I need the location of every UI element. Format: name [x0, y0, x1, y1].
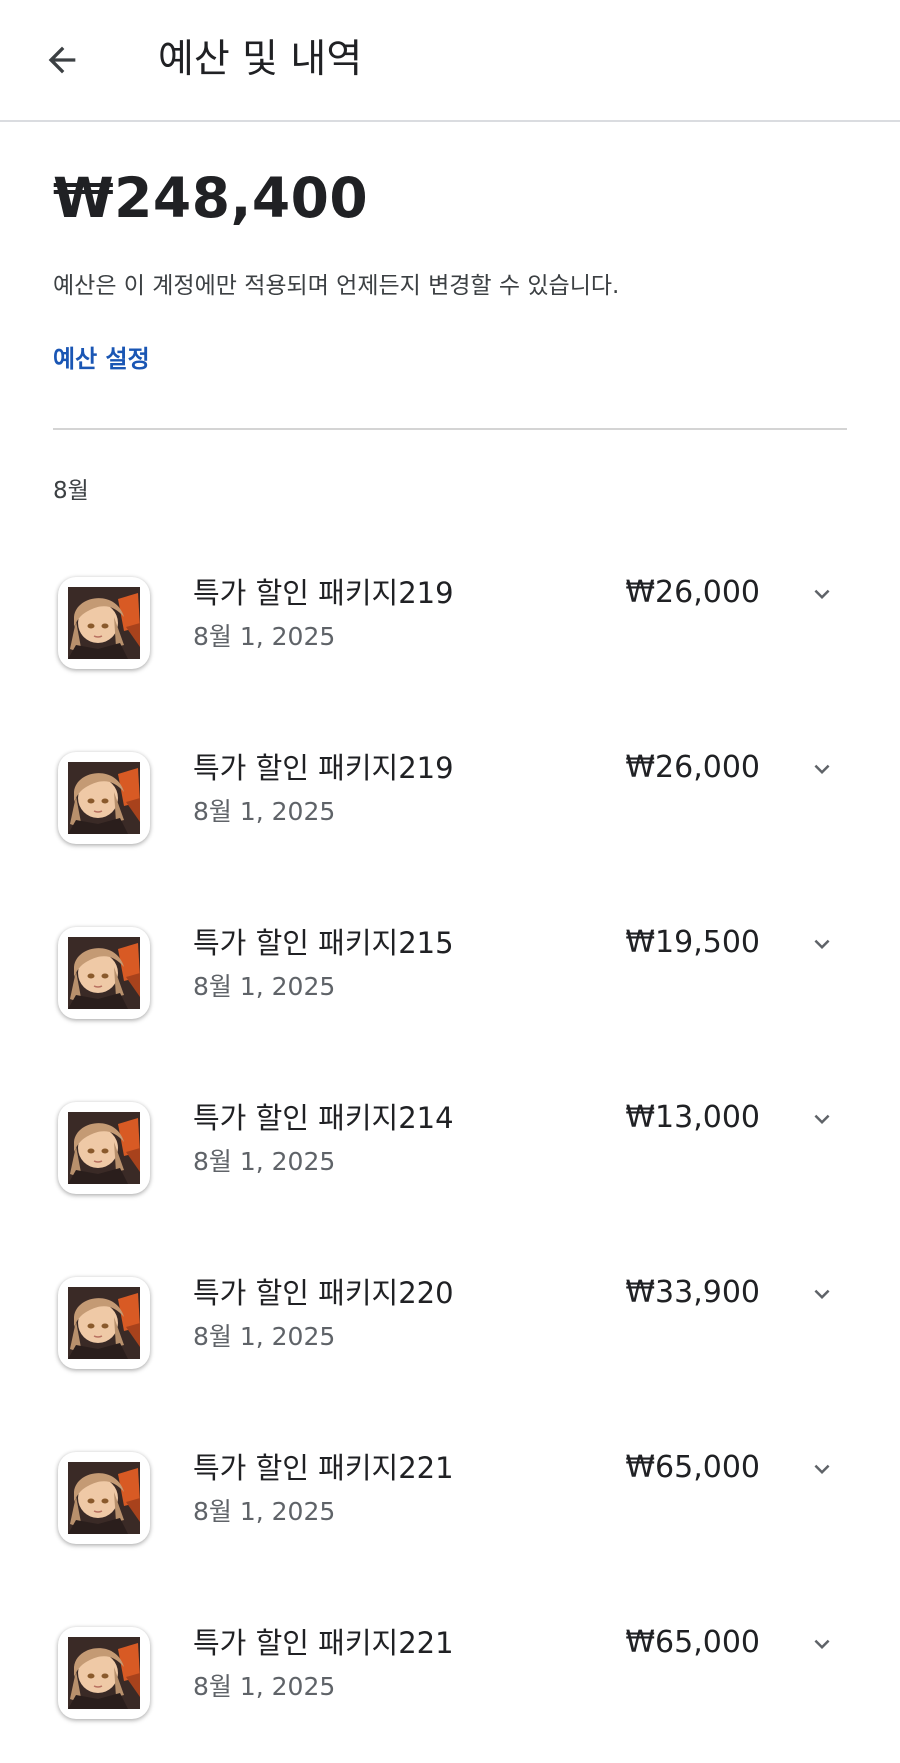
purchase-history-list: 특가 할인 패키지219 8월 1, 2025 ₩26,000 특가 할인 패키…: [0, 530, 900, 1755]
app-icon: [58, 1277, 150, 1369]
item-price: ₩26,000: [625, 575, 760, 610]
app-icon: [58, 1102, 150, 1194]
item-title: 특가 할인 패키지221: [193, 1451, 454, 1485]
chevron-down-icon: [814, 1114, 830, 1124]
chevron-down-icon: [814, 764, 830, 774]
item-date: 8월 1, 2025: [193, 1147, 336, 1176]
item-date: 8월 1, 2025: [193, 1497, 336, 1526]
item-title: 특가 할인 패키지220: [193, 1276, 454, 1310]
expand-button[interactable]: [800, 572, 844, 616]
item-price: ₩13,000: [625, 1100, 760, 1135]
item-date: 8월 1, 2025: [193, 622, 336, 651]
item-date: 8월 1, 2025: [193, 972, 336, 1001]
purchase-row[interactable]: 특가 할인 패키지221 8월 1, 2025 ₩65,000: [0, 1580, 900, 1755]
app-icon: [58, 577, 150, 669]
chevron-down-icon: [814, 1289, 830, 1299]
budget-description: 예산은 이 계정에만 적용되며 언제든지 변경할 수 있습니다.: [53, 273, 620, 299]
purchase-row[interactable]: 특가 할인 패키지221 8월 1, 2025 ₩65,000: [0, 1405, 900, 1580]
divider: [53, 428, 847, 430]
arrow-back-icon: [48, 46, 76, 74]
item-price: ₩65,000: [625, 1625, 760, 1660]
item-price: ₩33,900: [625, 1275, 760, 1310]
purchase-row[interactable]: 특가 할인 패키지214 8월 1, 2025 ₩13,000: [0, 1055, 900, 1230]
item-title: 특가 할인 패키지221: [193, 1626, 454, 1660]
app-icon: [58, 1627, 150, 1719]
chevron-down-icon: [814, 939, 830, 949]
item-title: 특가 할인 패키지219: [193, 576, 454, 610]
purchase-row[interactable]: 특가 할인 패키지219 8월 1, 2025 ₩26,000: [0, 705, 900, 880]
item-price: ₩65,000: [625, 1450, 760, 1485]
month-header: 8월: [53, 478, 89, 504]
chevron-down-icon: [814, 1639, 830, 1649]
total-spent-amount: ₩248,400: [53, 166, 369, 230]
set-budget-link[interactable]: 예산 설정: [53, 341, 150, 377]
chevron-down-icon: [814, 1464, 830, 1474]
purchase-row[interactable]: 특가 할인 패키지219 8월 1, 2025 ₩26,000: [0, 530, 900, 705]
app-icon: [58, 927, 150, 1019]
item-price: ₩19,500: [625, 925, 760, 960]
expand-button[interactable]: [800, 1097, 844, 1141]
item-date: 8월 1, 2025: [193, 1322, 336, 1351]
back-button[interactable]: [34, 32, 90, 88]
item-title: 특가 할인 패키지219: [193, 751, 454, 785]
app-bar: 예산 및 내역: [0, 0, 900, 122]
app-icon: [58, 752, 150, 844]
purchase-row[interactable]: 특가 할인 패키지215 8월 1, 2025 ₩19,500: [0, 880, 900, 1055]
item-date: 8월 1, 2025: [193, 797, 336, 826]
page-title: 예산 및 내역: [158, 37, 363, 82]
purchase-row[interactable]: 특가 할인 패키지220 8월 1, 2025 ₩33,900: [0, 1230, 900, 1405]
item-title: 특가 할인 패키지214: [193, 1101, 454, 1135]
expand-button[interactable]: [800, 922, 844, 966]
app-icon: [58, 1452, 150, 1544]
chevron-down-icon: [814, 589, 830, 599]
expand-button[interactable]: [800, 1272, 844, 1316]
item-date: 8월 1, 2025: [193, 1672, 336, 1701]
item-title: 특가 할인 패키지215: [193, 926, 454, 960]
expand-button[interactable]: [800, 1622, 844, 1666]
item-price: ₩26,000: [625, 750, 760, 785]
expand-button[interactable]: [800, 747, 844, 791]
expand-button[interactable]: [800, 1447, 844, 1491]
